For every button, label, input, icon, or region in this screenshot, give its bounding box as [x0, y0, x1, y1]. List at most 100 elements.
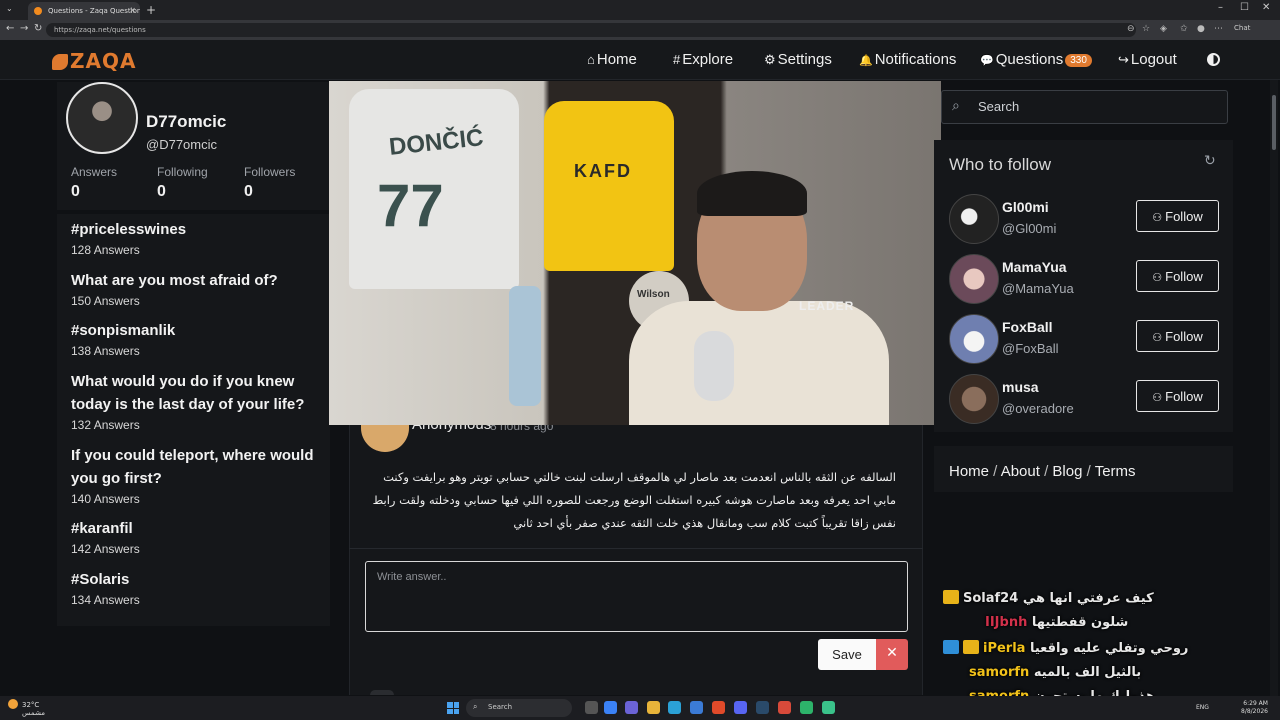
trending-item[interactable]: If you could teleport, where would you g…	[71, 444, 326, 506]
trending-title[interactable]: #karanfil	[71, 517, 326, 540]
follow-user-name[interactable]: MamaYua	[1002, 259, 1067, 275]
divider	[349, 548, 923, 549]
refresh-icon[interactable]: ↻	[1204, 153, 1216, 169]
trending-title[interactable]: #sonpismanlik	[71, 319, 326, 342]
follow-label: Follow	[1165, 329, 1203, 344]
nav-logout[interactable]: ↪ Logout	[1118, 51, 1177, 68]
weather-widget[interactable]: 32°C مشمس	[8, 699, 45, 717]
windows-start-icon[interactable]	[447, 702, 459, 714]
chrome-icon[interactable]	[800, 701, 813, 714]
language-indicator[interactable]: ENG	[1196, 704, 1209, 711]
avatar[interactable]	[949, 254, 999, 304]
follow-button[interactable]: ⚇ Follow	[1136, 200, 1219, 232]
url-field[interactable]: https://zaqa.net/questions	[46, 23, 1136, 37]
footer-link-terms[interactable]: Terms	[1095, 463, 1136, 480]
extensions-icon[interactable]: ◈	[1160, 24, 1167, 34]
maximize-icon[interactable]: ☐	[1240, 2, 1249, 13]
footer-link-home[interactable]: Home	[949, 463, 989, 480]
avatar[interactable]	[949, 374, 999, 424]
store-icon[interactable]	[690, 701, 703, 714]
bookmark-star-icon[interactable]: ☆	[1142, 24, 1150, 34]
scrollbar-thumb[interactable]	[1272, 95, 1276, 150]
page-scrollbar[interactable]	[1270, 80, 1278, 696]
follow-button[interactable]: ⚇ Follow	[1136, 320, 1219, 352]
avatar[interactable]	[66, 82, 138, 154]
clock-date: 8/8/2026	[1241, 708, 1268, 715]
edge-icon[interactable]	[668, 701, 681, 714]
user-plus-icon: ⚇	[1152, 392, 1163, 404]
cancel-button[interactable]: ✕	[876, 639, 908, 670]
nav-explore[interactable]: # Explore	[673, 51, 733, 68]
search-box[interactable]: ⌕	[941, 90, 1228, 124]
trending-title[interactable]: #Solaris	[71, 568, 326, 591]
trending-count: 134 Answers	[71, 593, 140, 607]
search-input[interactable]	[978, 99, 1208, 114]
new-tab-button[interactable]: +	[146, 3, 156, 17]
reload-icon[interactable]: ↻	[34, 23, 42, 34]
theme-toggle-icon[interactable]	[1207, 53, 1220, 66]
footer-link-about[interactable]: About	[1001, 463, 1040, 480]
taskbar-search[interactable]: ⌕ Search	[466, 699, 572, 717]
profile-name[interactable]: D77omcic	[146, 112, 226, 132]
trending-item[interactable]: #Solaris 134 Answers	[71, 568, 326, 607]
nav-settings[interactable]: ⚙ Settings	[764, 51, 832, 68]
trending-item[interactable]: What are you most afraid of? 150 Answers	[71, 269, 326, 308]
system-clock[interactable]: 6:29 AM 8/8/2026	[1241, 700, 1268, 716]
trending-count: 142 Answers	[71, 542, 140, 556]
follow-button[interactable]: ⚇ Follow	[1136, 260, 1219, 292]
chat-message: Solaf24 كيف عرفتي انها هي	[943, 590, 1154, 606]
favorites-icon[interactable]: ✩	[1180, 24, 1188, 34]
back-icon[interactable]: ←	[6, 23, 14, 34]
tab-search-icon[interactable]: ⌄	[6, 4, 13, 13]
tab-close-icon[interactable]: ✕	[129, 6, 136, 15]
discord-icon[interactable]	[734, 701, 747, 714]
trending-title[interactable]: What are you most afraid of?	[71, 269, 326, 292]
nav-questions[interactable]: 💬 Questions 330	[980, 51, 1092, 68]
file-explorer-icon[interactable]	[647, 701, 660, 714]
avatar[interactable]	[949, 314, 999, 364]
trending-title[interactable]: If you could teleport, where would you g…	[71, 444, 326, 490]
trending-item[interactable]: What would you do if you knew today is t…	[71, 370, 326, 432]
profile-icon[interactable]: ●	[1197, 24, 1205, 34]
task-view-icon[interactable]	[585, 701, 598, 714]
follow-label: Follow	[1165, 389, 1203, 404]
save-button[interactable]: Save	[818, 639, 876, 670]
chat-button[interactable]: Chat	[1234, 24, 1250, 32]
obs-icon[interactable]	[822, 701, 835, 714]
nav-home[interactable]: ⌂ Home	[587, 51, 637, 68]
follow-user-name[interactable]: Gl00mi	[1002, 199, 1049, 215]
zoom-icon[interactable]: ⊖	[1127, 24, 1135, 34]
trending-item[interactable]: #pricelesswines 128 Answers	[71, 218, 326, 257]
follow-user-handle: @MamaYua	[1002, 281, 1074, 296]
footer-link-blog[interactable]: Blog	[1052, 463, 1082, 480]
streamer-hair	[697, 171, 807, 216]
browser-tab[interactable]: Questions - Zaqa Question & An... ✕	[28, 2, 140, 20]
close-window-icon[interactable]: ✕	[1262, 2, 1270, 13]
app-icon[interactable]	[778, 701, 791, 714]
nav-notifications[interactable]: 🔔 Notifications	[859, 51, 956, 68]
trending-item[interactable]: #karanfil 142 Answers	[71, 517, 326, 556]
follow-user-handle: @overadore	[1002, 401, 1074, 416]
more-menu-icon[interactable]: ⋯	[1214, 24, 1223, 34]
avatar[interactable]	[949, 194, 999, 244]
answer-textarea[interactable]: Write answer..	[365, 561, 908, 632]
follow-user-name[interactable]: FoxBall	[1002, 319, 1053, 335]
jersey-frame-right: KAFD	[544, 101, 674, 271]
zaqa-logo[interactable]: ZAQA	[52, 49, 136, 73]
teams-icon[interactable]	[625, 701, 638, 714]
copilot-icon[interactable]	[604, 701, 617, 714]
trending-title[interactable]: #pricelesswines	[71, 218, 326, 241]
chat-username: IIJbnh	[985, 615, 1028, 630]
tab-title: Questions - Zaqa Question & An...	[48, 7, 140, 15]
steam-icon[interactable]	[756, 701, 769, 714]
minimize-icon[interactable]: –	[1218, 2, 1223, 13]
follow-user-name[interactable]: musa	[1002, 379, 1039, 395]
forward-icon[interactable]: →	[20, 23, 28, 34]
follow-button[interactable]: ⚇ Follow	[1136, 380, 1219, 412]
nav-home-label: Home	[596, 51, 637, 68]
trending-title[interactable]: What would you do if you knew today is t…	[71, 370, 326, 416]
weather-desc: مشمس	[22, 709, 45, 717]
brave-icon[interactable]	[712, 701, 725, 714]
footer-links: Home / About / Blog / Terms	[934, 446, 1233, 492]
trending-item[interactable]: #sonpismanlik 138 Answers	[71, 319, 326, 358]
